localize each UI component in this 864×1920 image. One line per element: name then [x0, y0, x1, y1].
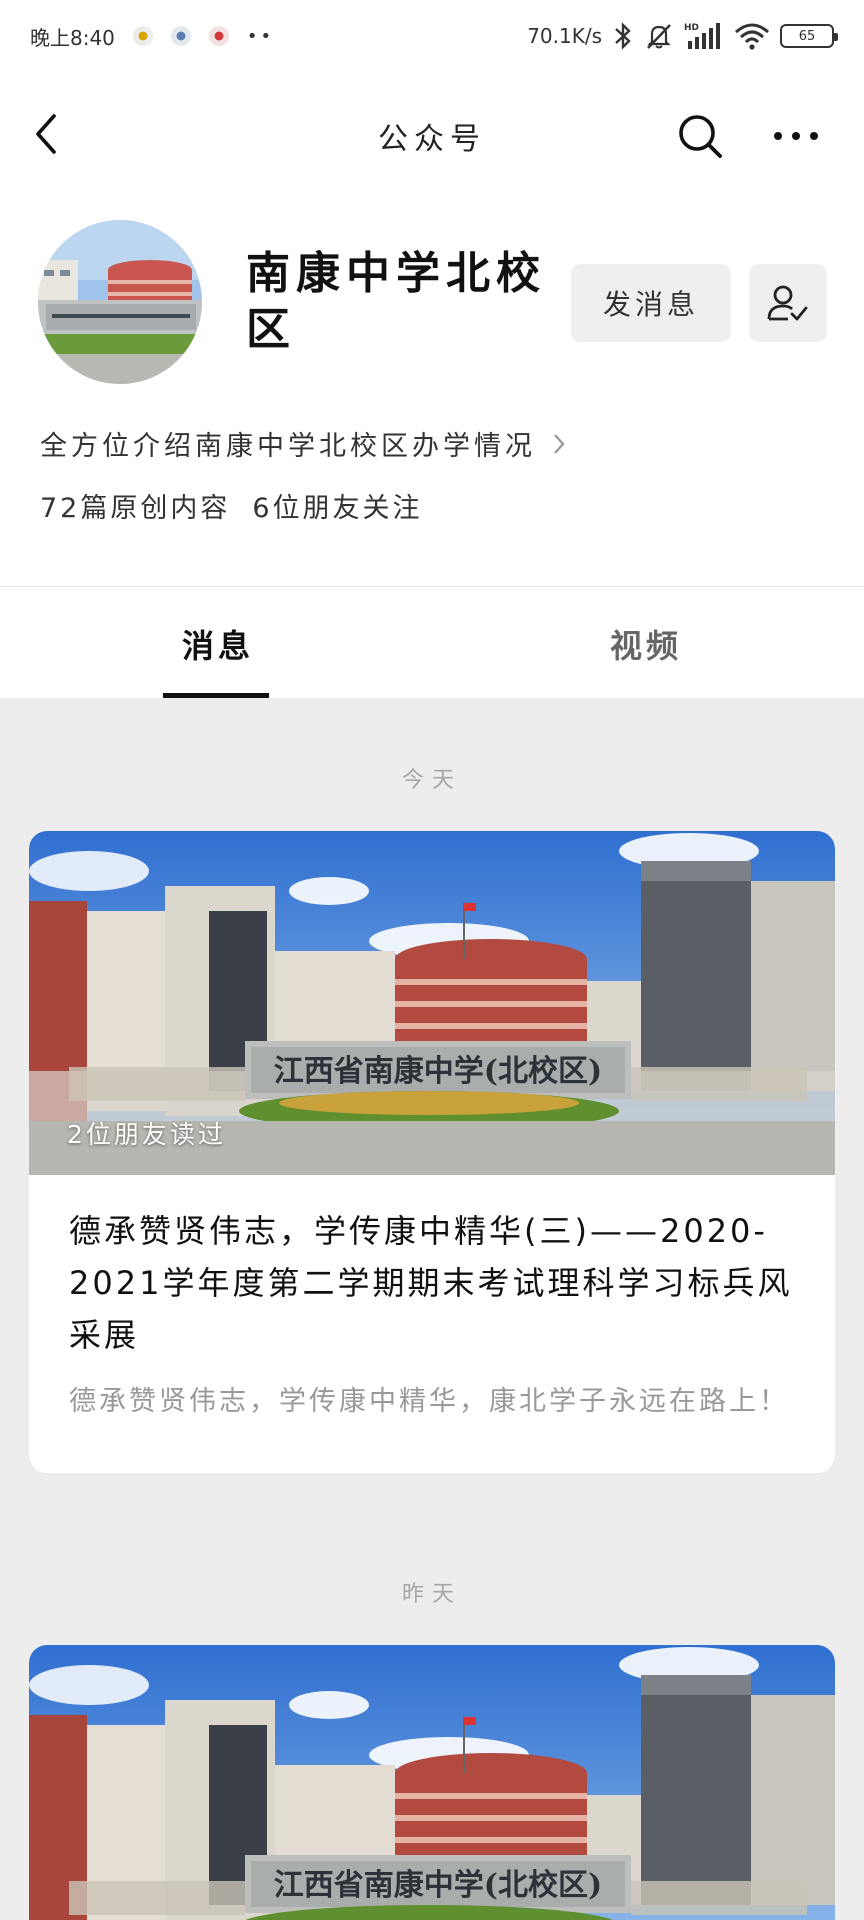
account-description[interactable]: 全方位介绍南康中学北校区办学情况 [40, 424, 566, 463]
account-profile: 南康中学北校区 发消息 全方位介绍南康中学北校区办学情况 72篇原创内容 6位朋友… [0, 196, 864, 586]
nav-bar: 公众号 [0, 72, 864, 196]
bluetooth-icon [615, 22, 631, 50]
cover-sign-text: 江西省南康中学(北校区) [274, 1868, 602, 1903]
signal-icon: HD [684, 23, 720, 49]
tab-messages[interactable]: 消息 [182, 621, 254, 667]
more-options-icon[interactable] [770, 112, 822, 160]
account-stats: 72篇原创内容 6位朋友关注 [40, 486, 423, 525]
tab-videos[interactable]: 视频 [610, 621, 682, 667]
article-cover-image[interactable]: 江西省南康中学(北校区) [29, 1645, 835, 1920]
wifi-icon [735, 23, 769, 50]
notification-icon-1 [132, 26, 153, 46]
status-bar: 晚上8:40 •• 70.1K/s HD 65 [0, 0, 864, 72]
date-divider-today: 今天 [401, 768, 462, 793]
chevron-right-icon [554, 433, 565, 454]
friends-following-count[interactable]: 6位朋友关注 [252, 493, 422, 524]
battery-level: 65 [798, 28, 816, 44]
send-message-button[interactable]: 发消息 [571, 264, 731, 342]
follow-button[interactable] [749, 264, 827, 342]
article-card[interactable]: 江西省南康中学(北校区) 2位朋友读过 德承赞贤伟志，学传康中精华(三)——20… [29, 831, 835, 1473]
cover-sign-text: 江西省南康中学(北校区) [274, 1054, 602, 1089]
article-digest: 德承赞贤伟志，学传康中精华，康北学子永远在路上！ [69, 1386, 789, 1417]
status-time: 晚上8:40 [30, 25, 115, 50]
mute-bell-icon [647, 24, 671, 49]
date-divider-yesterday: 昨天 [401, 1582, 462, 1607]
account-avatar[interactable] [38, 220, 202, 384]
account-description-text: 全方位介绍南康中学北校区办学情况 [40, 431, 536, 462]
svg-text:HD: HD [684, 23, 699, 33]
account-name: 南康中学北校区 [246, 248, 546, 355]
battery-icon: 65 [780, 24, 838, 48]
followed-user-icon [767, 285, 808, 321]
notification-icon-3 [208, 26, 229, 46]
page-title: 公众号 [378, 122, 486, 157]
article-card[interactable]: 江西省南康中学(北校区) [29, 1645, 835, 1920]
article-cover-image[interactable]: 江西省南康中学(北校区) 2位朋友读过 [29, 831, 835, 1175]
content-tabs: 消息 视频 [0, 586, 864, 698]
article-title[interactable]: 德承赞贤伟志，学传康中精华(三)——2020-2021学年度第二学期期末考试理科… [69, 1205, 795, 1361]
search-icon[interactable] [676, 112, 724, 160]
original-content-count: 72篇原创内容 [40, 493, 231, 524]
active-tab-indicator [163, 693, 269, 698]
friends-read-badge: 2位朋友读过 [67, 1120, 226, 1149]
network-speed: 70.1K/s [527, 24, 602, 48]
more-notifications-icon: •• [246, 25, 275, 47]
notification-icon-2 [170, 26, 191, 46]
